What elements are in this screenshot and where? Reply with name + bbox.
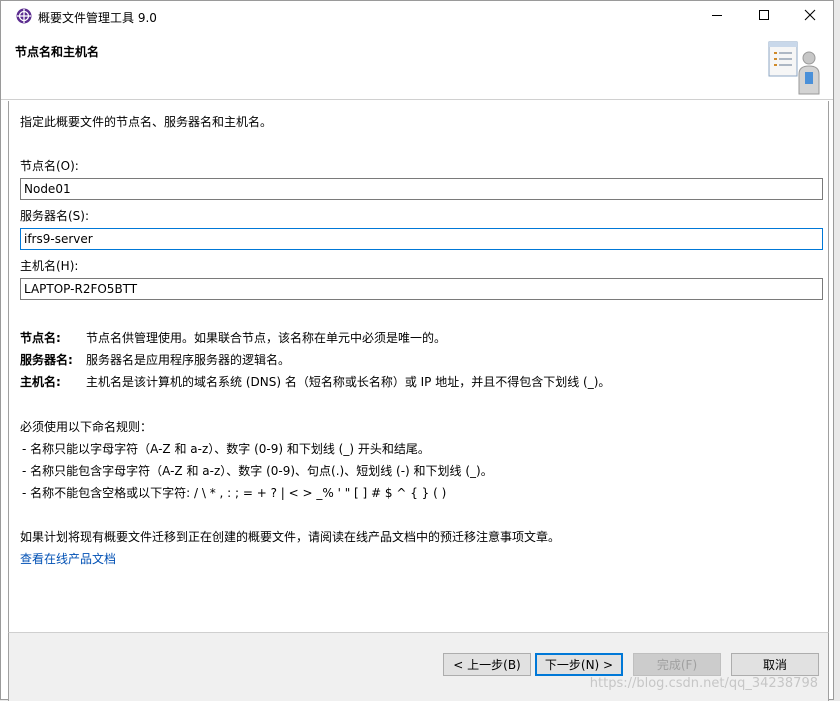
wizard-content: 指定此概要文件的节点名、服务器名和主机名。 节点名(O): 服务器名(S): 主… (8, 101, 829, 632)
page-title: 节点名和主机名 (15, 45, 100, 59)
info-value: 主机名是该计算机的域名系统 (DNS) 名（短名称或长名称）或 IP 地址，并且… (86, 375, 611, 389)
window-title: 概要文件管理工具 9.0 (38, 11, 157, 25)
naming-rule: - 名称只能包含字母字符（A-Z 和 a-z）、数字 (0-9)、句点(.)、短… (22, 464, 493, 478)
app-icon (16, 8, 32, 24)
migration-note: 如果计划将现有概要文件迁移到正在创建的概要文件，请阅读在线产品文档中的预迁移注意… (20, 530, 561, 544)
online-docs-link[interactable]: 查看在线产品文档 (20, 550, 116, 567)
info-key: 主机名: (20, 375, 61, 389)
info-key: 节点名: (20, 331, 61, 345)
maximize-icon (758, 9, 770, 24)
close-icon (804, 9, 816, 24)
document-person-icon (765, 36, 827, 98)
info-value: 服务器名是应用程序服务器的逻辑名。 (86, 353, 291, 367)
minimize-button[interactable] (694, 1, 740, 32)
info-key: 服务器名: (20, 353, 73, 367)
page-description: 指定此概要文件的节点名、服务器名和主机名。 (20, 115, 273, 129)
title-bar: 概要文件管理工具 9.0 (1, 1, 833, 32)
server-name-label: 服务器名(S): (20, 209, 90, 223)
minimize-icon (711, 9, 723, 24)
cancel-button[interactable]: 取消 (731, 653, 819, 676)
wizard-footer: < 上一步(B) 下一步(N) > 完成(F) 取消 https://blog.… (8, 632, 829, 701)
host-name-label: 主机名(H): (20, 259, 79, 273)
node-name-label: 节点名(O): (20, 159, 79, 173)
naming-rule: - 名称不能包含空格或以下字符: / \ * , : ; = + ? | < >… (22, 486, 447, 500)
wizard-window: 概要文件管理工具 9.0 节点名和主机名 指定此概要文件的节点名、服务器名和主机… (0, 0, 834, 701)
server-name-field[interactable] (20, 228, 823, 250)
naming-rules-heading: 必须使用以下命名规则： (20, 420, 153, 434)
back-button[interactable]: < 上一步(B) (443, 653, 531, 676)
maximize-button[interactable] (741, 1, 787, 32)
watermark-text: https://blog.csdn.net/qq_34238798 (589, 676, 818, 691)
node-name-field[interactable] (20, 178, 823, 200)
finish-button[interactable]: 完成(F) (633, 653, 721, 676)
close-button[interactable] (787, 1, 833, 32)
next-button[interactable]: 下一步(N) > (535, 653, 623, 676)
info-value: 节点名供管理使用。如果联合节点，该名称在单元中必须是唯一的。 (86, 331, 447, 345)
wizard-header: 节点名和主机名 (1, 32, 833, 100)
host-name-field[interactable] (20, 278, 823, 300)
naming-rule: - 名称只能以字母字符（A-Z 和 a-z）、数字 (0-9) 和下划线 (_)… (22, 442, 430, 456)
